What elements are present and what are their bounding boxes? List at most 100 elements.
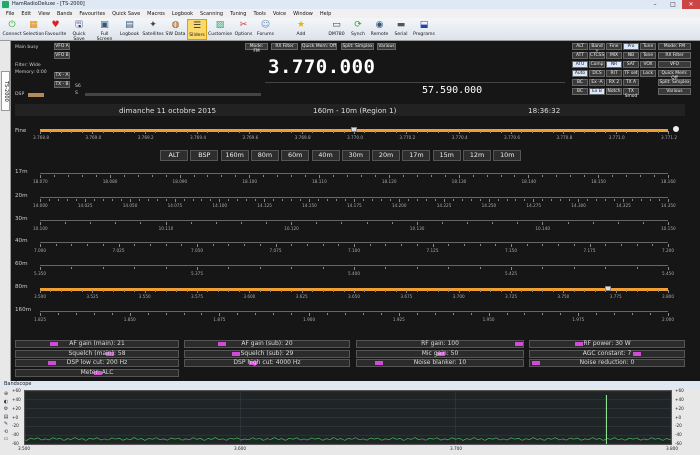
toolbar-quick-save-button[interactable]: 🖫 Quick Save [67,19,91,42]
slider-mic-gain[interactable]: Mic gain: 50 [356,349,524,358]
toolbar-dm780-button[interactable]: ▭ DM780 [326,19,347,40]
radio-tune-button[interactable]: Tune [640,43,656,50]
band-30m-button[interactable]: 30m [341,150,370,161]
menu-tuning[interactable]: Tuning [230,11,246,17]
side-rx-filter-button[interactable]: RX Filter [658,52,691,59]
slider-noise-blanker[interactable]: Noise blanker: 10 [356,359,524,367]
band-15m-button[interactable]: 15m [432,150,461,161]
sub-frequency-display[interactable]: 57.590.000 [422,85,482,96]
toolbar-remote-button[interactable]: ◉ Remote [369,19,390,40]
menu-macros[interactable]: Macros [147,11,165,17]
band-160m-button[interactable]: 160m [220,150,249,161]
band-10m-button[interactable]: 10m [493,150,522,161]
toolbar-customise-button[interactable]: ▨ Customise [208,19,232,40]
main-frequency-display[interactable]: 3.770.000 [268,56,375,78]
toolbar-serial-button[interactable]: ▬ Serial [391,19,411,40]
menu-file[interactable]: File [6,11,14,17]
radio-bc-button[interactable]: BC [572,88,588,95]
radio-dcs-button[interactable]: DCS [589,70,605,77]
band-alt-button[interactable]: ALT [160,150,188,161]
side-split-simplex-button[interactable]: Split: Simplex [658,79,691,86]
tx-b-button[interactable]: TX - B [54,81,70,88]
menu-bands[interactable]: Bands [57,11,72,17]
bandscope-tool-icon[interactable]: ▭ [2,436,10,443]
toolbar-full-screen-button[interactable]: ▣ Full Screen [92,19,117,42]
top-quick-mem-off-button[interactable]: Quick Mem: Off [301,43,337,50]
toolbar-add-button[interactable]: ★ Add [287,19,315,40]
radio-tx-smod-button[interactable]: TX Smod [623,88,639,99]
toolbar-options-button[interactable]: ✂ Options [233,19,254,40]
vfo-b-button[interactable]: VFO B [54,52,70,59]
tuning-marker[interactable] [351,127,357,132]
bandscope-tool-icon[interactable]: ✎ [2,421,10,428]
radio-ex-b-button[interactable]: Ex B [589,88,605,95]
radio-band-button[interactable]: Band + [589,43,605,54]
maximize-icon[interactable]: □ [664,0,682,9]
menu-tools[interactable]: Tools [253,11,265,17]
radio-tone-button[interactable]: Tone [640,52,656,59]
menu-favourites[interactable]: Favourites [79,11,105,17]
menu-logbook[interactable]: Logbook [172,11,193,17]
menu-voice[interactable]: Voice [273,11,286,17]
slider-rf-gain[interactable]: RF gain: 100 [356,340,524,348]
bandscope-tool-icon[interactable]: ⟲ [2,429,10,436]
radio-bc-button[interactable]: BC [572,79,588,86]
slider-squelch-sub[interactable]: Squelch (sub): 29 [184,349,350,358]
bandscope-display[interactable] [24,390,672,445]
menu-help[interactable]: Help [320,11,331,17]
radio-mix-button[interactable]: MIX [606,52,622,59]
slider-af-gain-main[interactable]: AF gain (main): 21 [15,340,179,348]
side-vfo-button[interactable]: VFO [658,61,691,68]
radio-tab[interactable]: TS-2000 [1,71,10,111]
toolbar-logbook-button[interactable]: ▤ Logbook [118,19,141,40]
menu-view[interactable]: View [38,11,50,17]
tuning-marker[interactable] [605,286,612,291]
slider-agc-constant[interactable]: AGC constant: 7 [529,349,685,358]
top-split-simplex-button[interactable]: Split: Simplex [341,43,374,50]
bandscope-tool-icon[interactable]: ◐ [2,399,10,406]
bandscope-tool-icon[interactable]: ⚙ [2,406,10,413]
slider-rf-power[interactable]: RF power: 30 W [529,340,685,348]
menu-quick-save[interactable]: Quick Save [112,11,140,17]
close-icon[interactable]: ✕ [682,0,700,9]
bandscope-tool-icon[interactable]: ⊕ [2,391,10,398]
toolbar-selection-button[interactable]: ▦ Selection [23,19,44,40]
toolbar-sliders-button[interactable]: ☰ Sliders [187,19,207,40]
band-60m-button[interactable]: 60m [281,150,310,161]
bandscope-tool-icon[interactable]: ▤ [2,414,10,421]
radio-vox-button[interactable]: VOX [640,61,656,68]
radio-auto-button[interactable]: Auto [572,70,588,77]
toolbar-connect-button[interactable]: ⏻ Connect [2,19,22,40]
minimize-icon[interactable]: – [646,0,664,9]
radio-notch-button[interactable]: Notch [606,88,622,95]
slider-af-gain-sub[interactable]: AF gain (sub): 20 [184,340,350,348]
slider-dsp-high-cut[interactable]: DSP high cut: 4000 Hz [184,359,350,367]
band-80m-button[interactable]: 80m [250,150,279,161]
band-20m-button[interactable]: 20m [372,150,401,161]
radio-alt-button[interactable]: ALT [572,43,588,50]
radio-comp-button[interactable]: Comp [589,61,605,68]
toolbar-synch-button[interactable]: ⟳ Synch [348,19,368,40]
slider-squelch-main[interactable]: Squelch (main): 58 [15,349,179,358]
fine-end-icon[interactable] [673,126,679,132]
band-bsp-button[interactable]: BSP [190,150,219,161]
side-various-button[interactable]: Various [658,88,691,95]
radio-sat-button[interactable]: SAT [623,61,639,68]
radio-ctcss-button[interactable]: CTCSS [589,52,605,59]
radio-nr-button[interactable]: NR [606,61,622,68]
top-mode-fm-button[interactable]: Mode: FM [245,43,268,54]
radio-pro-button[interactable]: Pro [623,43,639,50]
top-various-button[interactable]: Various [377,43,396,50]
toolbar-favourite-button[interactable]: ♥ Favourite [45,19,66,40]
radio-tf-set-button[interactable]: TF set [623,70,639,77]
radio-tx-a-button[interactable]: TX A [623,79,639,86]
slider-dsp-low-cut[interactable]: DSP low cut: 200 Hz [15,359,179,367]
radio-att-button[interactable]: ATT [572,52,588,59]
side-mode-fm-button[interactable]: Mode: FM [658,43,691,50]
band-12m-button[interactable]: 12m [463,150,491,161]
toolbar-sw-data-button[interactable]: ◍ SW Data [165,19,186,40]
radio-rx-2-button[interactable]: RX 2 [606,79,622,86]
toolbar-forums-button[interactable]: ☺ Forums [255,19,276,40]
vfo-a-button[interactable]: VFO A [54,43,70,50]
side-quick-mem-off-button[interactable]: Quick Mem: Off [658,70,691,81]
